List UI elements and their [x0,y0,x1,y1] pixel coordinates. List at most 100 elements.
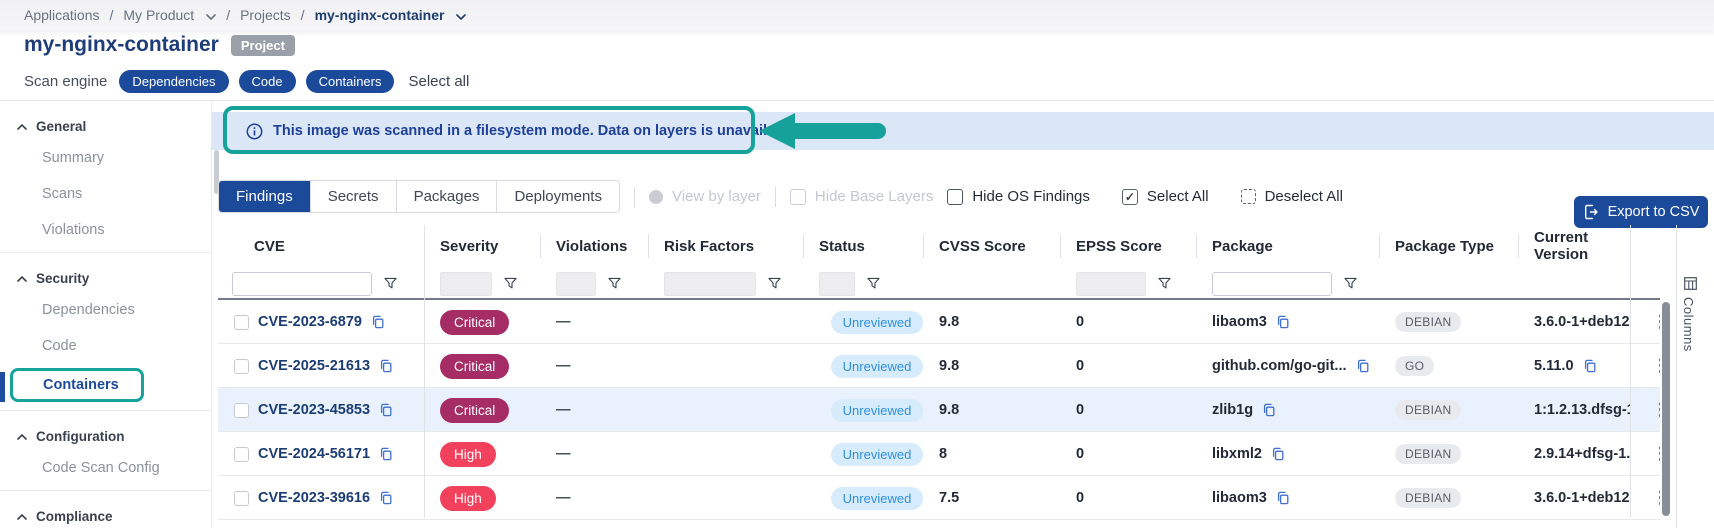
tab-packages[interactable]: Packages [397,181,498,212]
row-menu-button[interactable]: ⋮ [1646,312,1660,332]
breadcrumb-applications[interactable]: Applications [24,7,100,23]
breadcrumb: Applications / My Product / Projects / m… [24,7,466,23]
select-all-checkbox[interactable]: ✓ Select All [1122,188,1209,205]
row-checkbox[interactable] [234,359,249,374]
column-header-status[interactable]: Status [803,225,923,267]
sidebar-section-security[interactable]: Security [0,265,211,292]
sidebar-item-code[interactable]: Code [0,328,211,364]
violations-value: — [556,358,571,374]
chevron-down-icon[interactable] [456,7,466,23]
table-row[interactable]: CVE-2023-39616 High — Unreviewed 7.5 0 l… [218,476,1660,520]
scan-engine-pill-dependencies[interactable]: Dependencies [119,70,228,93]
cve-link[interactable]: CVE-2023-39616 [258,490,370,506]
row-menu-button[interactable]: ⋮ [1646,444,1660,464]
cve-link[interactable]: CVE-2023-45853 [258,402,370,418]
row-checkbox[interactable] [234,403,249,418]
copy-icon[interactable] [1262,403,1276,417]
tab-secrets[interactable]: Secrets [311,181,397,212]
row-menu-button[interactable]: ⋮ [1646,400,1660,420]
violations-filter-box[interactable] [556,272,596,296]
package-filter-input[interactable] [1212,272,1332,296]
tab-findings[interactable]: Findings [219,181,311,212]
column-header-cve[interactable]: CVE [218,225,424,267]
current-version: 1:1.2.13.dfsg-1 [1534,402,1630,418]
column-header-package-type[interactable]: Package Type [1379,225,1518,267]
table-row[interactable]: CVE-2024-56171 High — Unreviewed 8 0 lib… [218,432,1660,476]
column-header-cvss-score[interactable]: CVSS Score [923,225,1060,267]
status-badge[interactable]: Unreviewed [831,443,923,466]
sidebar-item-dependencies[interactable]: Dependencies [0,292,211,328]
copy-icon[interactable] [371,315,385,329]
filter-icon[interactable] [504,277,517,290]
filter-icon[interactable] [608,277,621,290]
scan-engine-pill-containers[interactable]: Containers [306,70,395,93]
table-scrollbar-thumb[interactable] [1662,302,1670,516]
hide-os-findings-checkbox[interactable]: Hide OS Findings [947,188,1090,205]
sidebar-section-compliance[interactable]: Compliance [0,503,211,528]
column-header-epss-score[interactable]: EPSS Score [1060,225,1196,267]
checkbox-checked-icon[interactable]: ✓ [1122,189,1138,205]
status-filter-box[interactable] [819,272,855,296]
status-badge[interactable]: Unreviewed [831,355,923,378]
filter-icon[interactable] [1344,277,1357,290]
filter-icon[interactable] [867,277,880,290]
column-header-package[interactable]: Package [1196,225,1379,267]
status-badge[interactable]: Unreviewed [831,487,923,510]
epss-filter-box[interactable] [1076,272,1146,296]
sidebar-item-code-scan-config[interactable]: Code Scan Config [0,450,211,486]
status-badge[interactable]: Unreviewed [831,399,923,422]
columns-panel-label[interactable]: Columns [1681,297,1696,352]
cve-filter-input[interactable] [232,272,372,296]
tab-deployments[interactable]: Deployments [497,181,619,212]
copy-icon[interactable] [379,403,393,417]
scan-engine-pill-code[interactable]: Code [239,70,296,93]
cve-link[interactable]: CVE-2024-56171 [258,446,370,462]
sidebar-section-configuration[interactable]: Configuration [0,423,211,450]
row-checkbox[interactable] [234,315,249,330]
severity-filter-box[interactable] [440,272,492,296]
copy-icon[interactable] [1583,359,1597,373]
column-header-risk-factors[interactable]: Risk Factors [648,225,803,267]
project-badge: Project [231,35,295,56]
filter-icon[interactable] [1158,277,1171,290]
table-row[interactable]: CVE-2023-6879 Critical — Unreviewed 9.8 … [218,300,1660,344]
sidebar-item-summary[interactable]: Summary [0,140,211,176]
deselect-all-button[interactable]: Deselect All [1241,188,1343,205]
row-checkbox[interactable] [234,447,249,462]
column-header-severity[interactable]: Severity [424,225,540,267]
filter-icon[interactable] [768,277,781,290]
copy-icon[interactable] [1276,315,1290,329]
filter-icon[interactable] [384,277,397,290]
columns-grid-icon[interactable] [1684,277,1697,295]
copy-icon[interactable] [379,447,393,461]
sidebar-section-general[interactable]: General [0,113,211,140]
table-row[interactable]: CVE-2025-21613 Critical — Unreviewed 9.8… [218,344,1660,388]
column-header-violations[interactable]: Violations [540,225,648,267]
copy-icon[interactable] [379,359,393,373]
copy-icon[interactable] [1356,359,1370,373]
export-to-csv-button[interactable]: Export to CSV [1574,196,1708,228]
copy-icon[interactable] [1271,447,1285,461]
copy-icon[interactable] [379,491,393,505]
table-row[interactable]: CVE-2023-45853 Critical — Unreviewed 9.8… [218,388,1660,432]
scan-engine-select-all[interactable]: Select all [408,73,469,90]
deselect-icon[interactable] [1241,189,1256,204]
breadcrumb-projects[interactable]: Projects [240,7,291,23]
breadcrumb-my-product[interactable]: My Product [123,7,194,23]
sidebar-item-scans[interactable]: Scans [0,176,211,212]
breadcrumb-current-project[interactable]: my-nginx-container [315,7,445,23]
sidebar-item-containers[interactable]: Containers [0,364,211,406]
risk-factors-cell [648,344,803,388]
copy-icon[interactable] [1276,491,1290,505]
checkbox-icon[interactable] [947,189,963,205]
status-badge[interactable]: Unreviewed [831,311,923,334]
cve-link[interactable]: CVE-2023-6879 [258,314,362,330]
row-menu-button[interactable]: ⋮ [1646,356,1660,376]
row-checkbox[interactable] [234,491,249,506]
sidebar-item-violations[interactable]: Violations [0,212,211,248]
row-menu-button[interactable]: ⋮ [1646,488,1660,508]
column-header-current-version[interactable]: Current Version [1518,225,1630,267]
cve-link[interactable]: CVE-2025-21613 [258,358,370,374]
risk-factors-filter-box[interactable] [664,272,756,296]
chevron-down-icon[interactable] [206,7,216,23]
